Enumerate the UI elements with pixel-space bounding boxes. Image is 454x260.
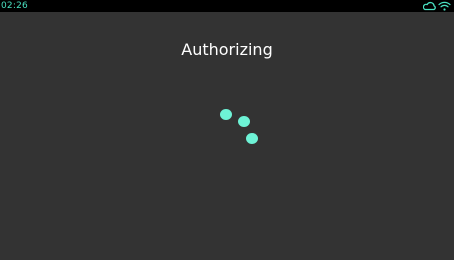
page-title: Authorizing [181, 40, 273, 59]
loading-spinner [210, 100, 270, 150]
wifi-icon [438, 1, 451, 11]
spinner-dot [246, 133, 258, 144]
cloud-icon [423, 1, 436, 11]
status-bar: 02:26 [0, 0, 454, 12]
spinner-dot [220, 109, 232, 120]
spinner-dot [238, 116, 250, 127]
authorizing-screen: 02:26 Authorizing [0, 0, 454, 260]
status-time: 02:26 [1, 1, 28, 11]
